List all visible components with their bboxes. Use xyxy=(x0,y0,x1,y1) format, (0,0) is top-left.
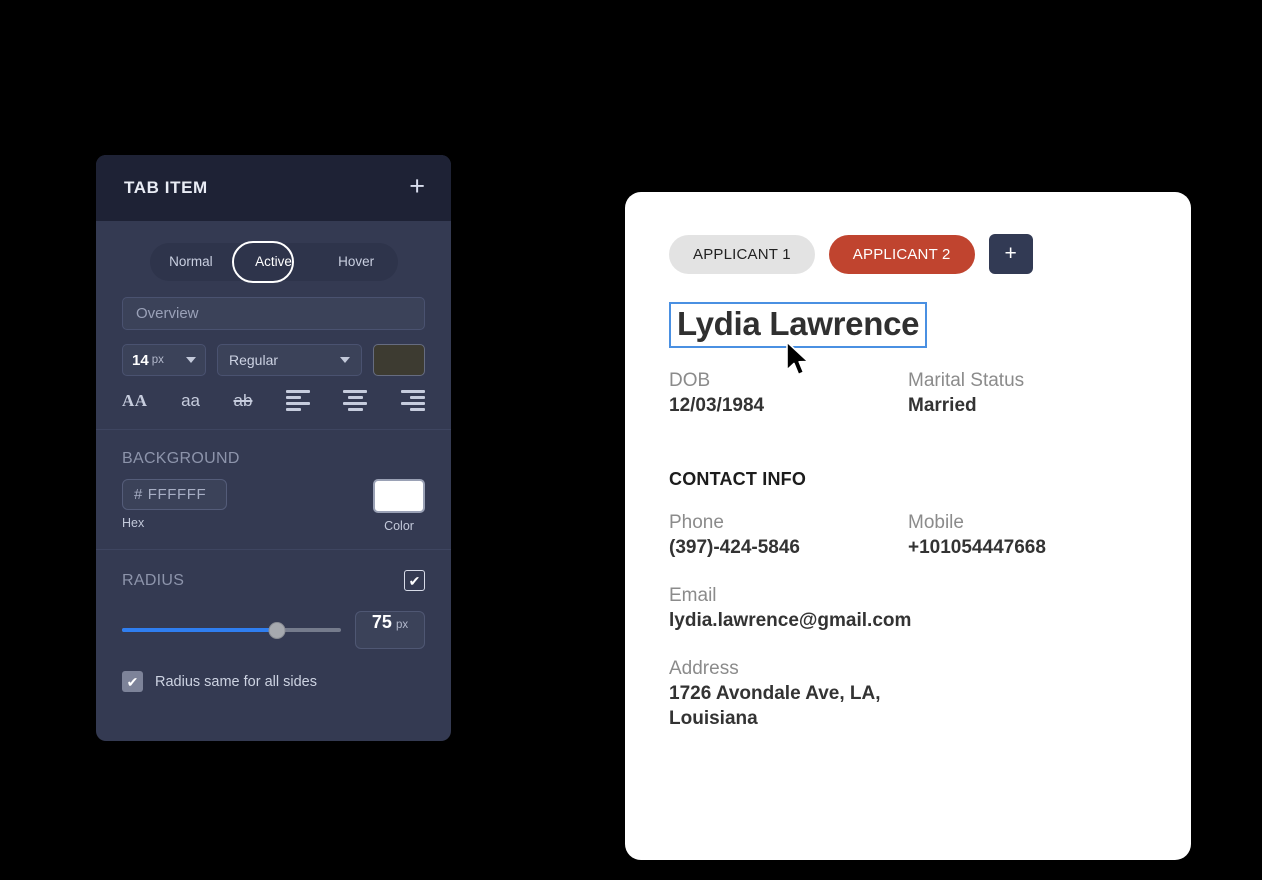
segment-active[interactable]: Active xyxy=(232,243,315,281)
phone-field: Phone (397)-424-5846 xyxy=(669,512,908,559)
chevron-down-icon xyxy=(340,357,350,363)
text-style-icon-row: AA aa ab xyxy=(122,390,425,429)
email-label: Email xyxy=(669,585,717,606)
address-value-line2[interactable]: Louisiana xyxy=(669,708,1147,730)
radius-same-row[interactable]: ✔ Radius same for all sides xyxy=(122,671,425,692)
align-center-icon[interactable] xyxy=(343,390,368,411)
chevron-down-icon xyxy=(186,357,196,363)
background-controls-row: # FFFFFF Hex Color xyxy=(122,479,425,533)
address-field: Address 1726 Avondale Ave, LA, Louisiana xyxy=(669,658,1147,730)
font-size-unit: px xyxy=(151,354,164,366)
state-segmented-control-wrap: Normal Active Hover xyxy=(122,221,425,283)
applicant-name: Lydia Lawrence xyxy=(677,305,920,342)
uppercase-icon[interactable]: AA xyxy=(122,391,148,411)
marital-field: Marital Status Married xyxy=(908,370,1147,417)
divider xyxy=(96,549,451,550)
mobile-label: Mobile xyxy=(908,512,964,533)
align-left-icon[interactable] xyxy=(285,390,310,411)
background-color-swatch[interactable] xyxy=(373,479,425,513)
font-controls-row: 14 px Regular xyxy=(122,344,425,376)
divider xyxy=(96,429,451,430)
tab-applicant-2[interactable]: APPLICANT 2 xyxy=(828,234,975,274)
mobile-value[interactable]: +101054447668 xyxy=(908,537,1147,559)
screen: TAB ITEM + Normal Active Hover Overview … xyxy=(0,0,1262,880)
radius-header: RADIUS ✔ xyxy=(122,570,425,591)
state-segmented-control[interactable]: Normal Active Hover xyxy=(149,241,398,283)
dob-value[interactable]: 12/03/1984 xyxy=(669,395,908,417)
background-section: BACKGROUND # FFFFFF Hex Color xyxy=(96,450,451,549)
label-text-input[interactable]: Overview xyxy=(122,297,425,330)
segment-hover[interactable]: Hover xyxy=(315,243,398,281)
hex-sublabel: Hex xyxy=(122,516,145,530)
applicant-tabs: APPLICANT 1 APPLICANT 2 + xyxy=(669,234,1147,274)
background-heading: BACKGROUND xyxy=(122,450,240,467)
properties-panel: TAB ITEM + Normal Active Hover Overview … xyxy=(96,155,451,741)
radius-heading: RADIUS xyxy=(122,571,185,589)
panel-title: TAB ITEM xyxy=(124,178,208,197)
identity-row: DOB 12/03/1984 Marital Status Married xyxy=(669,370,1147,417)
address-label: Address xyxy=(669,658,739,679)
contact-info-heading: CONTACT INFO xyxy=(669,469,807,489)
text-color-swatch[interactable] xyxy=(373,344,425,376)
applicant-card: APPLICANT 1 APPLICANT 2 + Lydia Lawrence… xyxy=(625,192,1191,860)
color-sublabel: Color xyxy=(384,519,414,533)
typography-section: Normal Active Hover Overview 14 px Regul… xyxy=(96,221,451,429)
align-right-icon[interactable] xyxy=(400,390,425,411)
font-weight-value: Regular xyxy=(229,352,279,368)
address-value-line1[interactable]: 1726 Avondale Ave, LA, xyxy=(669,683,1147,705)
slider-fill xyxy=(122,628,278,632)
radius-slider[interactable] xyxy=(122,621,341,639)
radius-slider-row: 75 px xyxy=(122,611,425,649)
mobile-field: Mobile +101054447668 xyxy=(908,512,1147,559)
radius-enable-checkbox[interactable]: ✔ xyxy=(404,570,425,591)
radius-section: RADIUS ✔ 75 px ✔ Radius same for all sid… xyxy=(96,570,451,692)
slider-thumb[interactable] xyxy=(268,621,286,639)
segment-normal[interactable]: Normal xyxy=(150,243,233,281)
add-applicant-button[interactable]: + xyxy=(988,234,1033,274)
panel-header: TAB ITEM + xyxy=(96,155,451,221)
radius-value-field[interactable]: 75 px xyxy=(355,611,425,649)
font-size-dropdown[interactable]: 14 px xyxy=(122,344,206,376)
hex-input[interactable]: # FFFFFF xyxy=(122,479,227,510)
marital-value[interactable]: Married xyxy=(908,395,1147,417)
marital-label: Marital Status xyxy=(908,370,1025,391)
radius-unit: px xyxy=(395,619,409,631)
strikethrough-icon[interactable]: ab xyxy=(234,391,253,411)
font-size-value: 14 xyxy=(132,351,149,369)
lowercase-icon[interactable]: aa xyxy=(181,391,200,411)
tab-applicant-1[interactable]: APPLICANT 1 xyxy=(669,234,815,274)
radius-same-checkbox[interactable]: ✔ xyxy=(122,671,143,692)
email-field: Email lydia.lawrence@gmail.com xyxy=(669,585,1147,632)
phone-value[interactable]: (397)-424-5846 xyxy=(669,537,908,559)
phone-row: Phone (397)-424-5846 Mobile +10105444766… xyxy=(669,512,1147,559)
mouse-cursor-icon xyxy=(786,341,809,376)
email-value[interactable]: lydia.lawrence@gmail.com xyxy=(669,610,1147,632)
radius-same-label: Radius same for all sides xyxy=(155,673,317,690)
radius-value: 75 xyxy=(371,612,392,632)
plus-icon[interactable]: + xyxy=(409,172,425,204)
phone-label: Phone xyxy=(669,512,724,533)
font-weight-dropdown[interactable]: Regular xyxy=(217,344,362,376)
